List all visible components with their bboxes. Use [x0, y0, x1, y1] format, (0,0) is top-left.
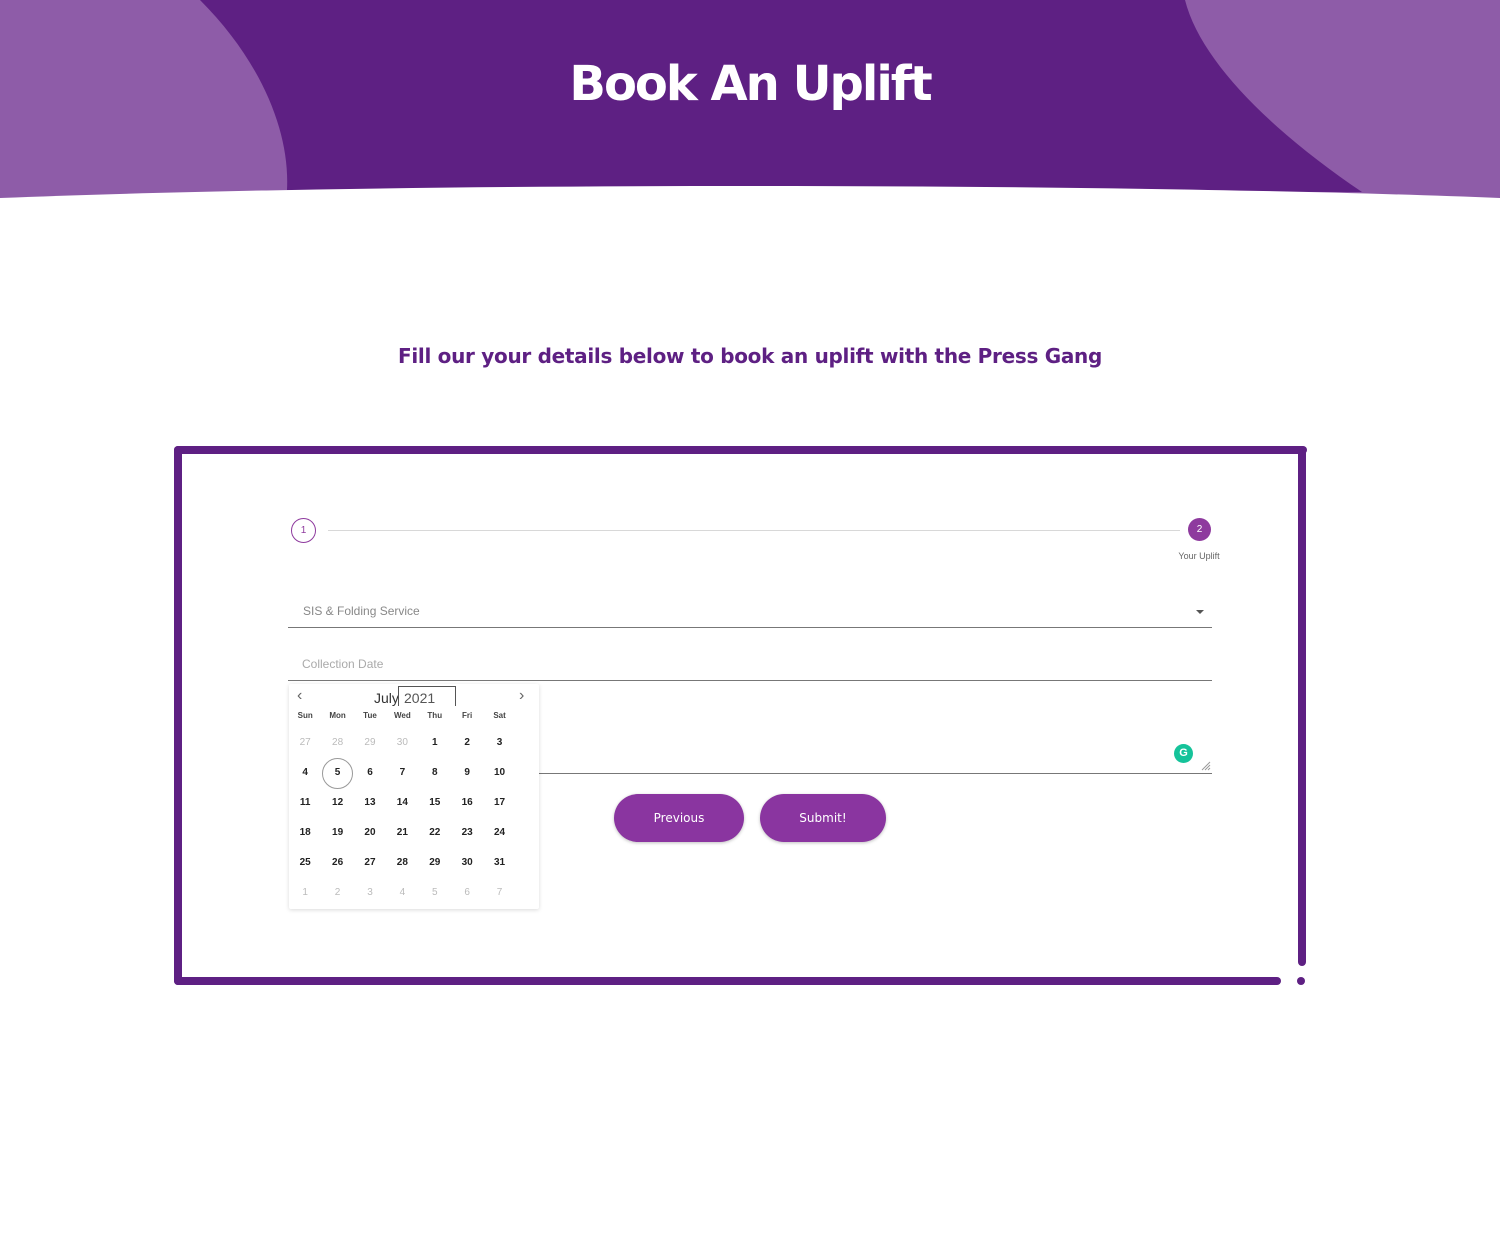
date-picker-day[interactable]: 22: [419, 818, 451, 848]
collection-date-input[interactable]: Collection Date: [288, 648, 1212, 681]
grammarly-icon[interactable]: G: [1174, 744, 1193, 763]
date-picker-week: 18 19 20 21 22 23 24: [289, 818, 531, 848]
service-select[interactable]: SIS & Folding Service: [288, 596, 1212, 628]
page-header: Book An Uplift: [0, 0, 1500, 200]
date-picker-day[interactable]: 2: [321, 878, 353, 908]
date-picker-day[interactable]: 29: [354, 728, 386, 758]
page-title: Book An Uplift: [569, 56, 932, 112]
notes-textarea[interactable]: G: [538, 682, 1212, 774]
date-picker-day[interactable]: 19: [321, 818, 353, 848]
weekday-label: Fri: [462, 711, 473, 720]
weekday-label: Tue: [363, 711, 377, 720]
chevron-right-icon[interactable]: ›: [519, 687, 524, 705]
weekday-label: Wed: [393, 711, 411, 720]
date-picker-day[interactable]: 4: [386, 878, 418, 908]
date-picker-day[interactable]: 3: [354, 878, 386, 908]
date-picker-week: 25 26 27 28 29 30 31: [289, 848, 531, 878]
date-picker-day[interactable]: 3: [483, 728, 515, 758]
chevron-left-icon[interactable]: ‹: [297, 687, 302, 705]
date-picker-day[interactable]: 31: [483, 848, 515, 878]
collection-date-placeholder: Collection Date: [302, 657, 384, 671]
date-picker-day[interactable]: 27: [289, 728, 321, 758]
date-picker-week: 27 28 29 30 1 2 3: [289, 728, 531, 758]
date-picker-day[interactable]: 17: [483, 788, 515, 818]
step-connector: [328, 530, 1180, 531]
date-picker-day[interactable]: 28: [386, 848, 418, 878]
date-picker-day[interactable]: 11: [289, 788, 321, 818]
previous-button[interactable]: Previous: [614, 794, 744, 842]
date-picker-week: 4 5 6 7 8 9 10: [289, 758, 531, 789]
resize-handle-icon[interactable]: [1201, 761, 1211, 771]
frame-border-top: [174, 446, 1307, 454]
date-picker-grid: 27 28 29 30 1 2 3 4 5 6 7 8 9 10 11 12 13 14 15 16 17 18 19 20 2…: [289, 728, 531, 908]
date-picker-day[interactable]: 16: [451, 788, 483, 818]
date-picker-day[interactable]: 8: [419, 758, 451, 788]
date-picker-week: 11 12 13 14 15 16 17: [289, 788, 531, 818]
step-2-label: Your Uplift: [1178, 551, 1220, 561]
weekday-label: Sun: [297, 711, 313, 720]
date-picker-day[interactable]: 30: [451, 848, 483, 878]
date-picker-year-input[interactable]: 2021: [398, 686, 456, 706]
page-subtitle: Fill our your details below to book an u…: [397, 344, 1103, 368]
date-picker-day[interactable]: 6: [354, 758, 386, 788]
step-1-indicator[interactable]: 1: [291, 518, 316, 543]
weekday-label: Sat: [493, 711, 506, 720]
date-picker-day[interactable]: 1: [289, 878, 321, 908]
date-picker-month[interactable]: July: [374, 690, 399, 706]
date-picker-day[interactable]: 30: [386, 728, 418, 758]
date-picker-day[interactable]: 26: [321, 848, 353, 878]
date-picker-day[interactable]: 9: [451, 758, 483, 788]
date-picker-day[interactable]: 5: [419, 878, 451, 908]
date-picker-day[interactable]: 13: [354, 788, 386, 818]
step-2-indicator[interactable]: 2: [1188, 518, 1211, 541]
service-select-value: SIS & Folding Service: [303, 604, 420, 618]
date-picker-day[interactable]: 12: [321, 788, 353, 818]
frame-border-left: [174, 446, 182, 985]
weekday-label: Mon: [329, 711, 346, 720]
date-picker-day[interactable]: 1: [419, 728, 451, 758]
frame-border-right: [1298, 446, 1306, 966]
date-picker-day[interactable]: 7: [483, 878, 515, 908]
date-picker-day[interactable]: 20: [354, 818, 386, 848]
frame-dot: [1297, 977, 1305, 985]
date-picker: ‹ July 2021 › Sun Mon Tue Wed Thu Fri Sa…: [289, 684, 539, 909]
date-picker-day[interactable]: 28: [321, 728, 353, 758]
weekday-header: Sun Mon Tue Wed Thu Fri Sat: [289, 711, 531, 720]
date-picker-day[interactable]: 23: [451, 818, 483, 848]
date-picker-day[interactable]: 21: [386, 818, 418, 848]
date-picker-day[interactable]: 6: [451, 878, 483, 908]
date-picker-day[interactable]: 27: [354, 848, 386, 878]
weekday-label: Thu: [427, 711, 443, 720]
date-picker-day[interactable]: 29: [419, 848, 451, 878]
date-picker-day[interactable]: 18: [289, 818, 321, 848]
date-picker-day[interactable]: 25: [289, 848, 321, 878]
date-picker-day[interactable]: 10: [483, 758, 515, 788]
submit-button[interactable]: Submit!: [760, 794, 886, 842]
date-picker-day[interactable]: 14: [386, 788, 418, 818]
date-picker-day[interactable]: 24: [483, 818, 515, 848]
date-picker-day[interactable]: 15: [419, 788, 451, 818]
date-picker-day[interactable]: 4: [289, 758, 321, 788]
caret-down-icon: [1196, 610, 1204, 614]
date-picker-week: 1234567: [289, 878, 531, 908]
date-picker-day-today[interactable]: 5: [321, 758, 354, 789]
date-picker-day[interactable]: 2: [451, 728, 483, 758]
frame-border-bottom: [174, 977, 1281, 985]
date-picker-day[interactable]: 7: [386, 758, 418, 788]
